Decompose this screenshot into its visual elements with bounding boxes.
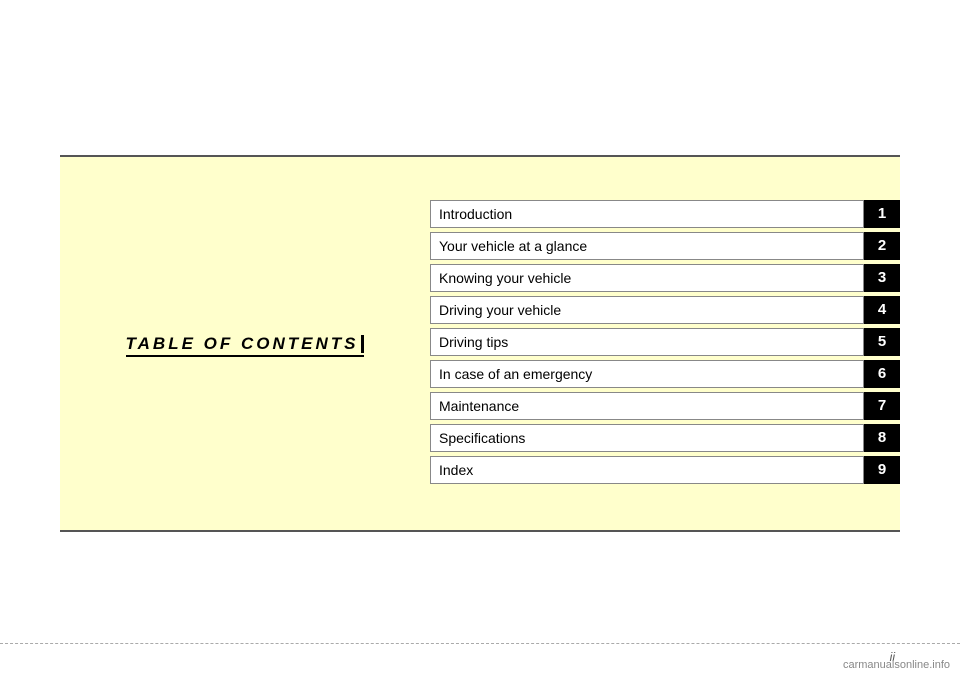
toc-item-label-5: Driving tips: [430, 328, 864, 356]
toc-item-4[interactable]: Driving your vehicle 4: [430, 296, 900, 324]
toc-item-label-9: Index: [430, 456, 864, 484]
toc-item-6[interactable]: In case of an emergency 6: [430, 360, 900, 388]
toc-item-label-7: Maintenance: [430, 392, 864, 420]
toc-item-number-2: 2: [864, 232, 900, 260]
toc-item-label-4: Driving your vehicle: [430, 296, 864, 324]
toc-item-1[interactable]: Introduction 1: [430, 200, 900, 228]
toc-item-5[interactable]: Driving tips 5: [430, 328, 900, 356]
bottom-rule-line: [60, 530, 900, 532]
toc-item-label-6: In case of an emergency: [430, 360, 864, 388]
toc-title: TABLE OF CONTENTS: [126, 334, 365, 354]
toc-item-3[interactable]: Knowing your vehicle 3: [430, 264, 900, 292]
toc-item-8[interactable]: Specifications 8: [430, 424, 900, 452]
toc-item-number-7: 7: [864, 392, 900, 420]
toc-item-label-8: Specifications: [430, 424, 864, 452]
toc-item-number-3: 3: [864, 264, 900, 292]
toc-item-7[interactable]: Maintenance 7: [430, 392, 900, 420]
toc-item-label-2: Your vehicle at a glance: [430, 232, 864, 260]
left-panel: TABLE OF CONTENTS: [60, 157, 430, 530]
toc-item-label-3: Knowing your vehicle: [430, 264, 864, 292]
toc-item-number-6: 6: [864, 360, 900, 388]
toc-item-9[interactable]: Index 9: [430, 456, 900, 484]
content-area: TABLE OF CONTENTS Introduction 1 Your ve…: [60, 157, 900, 530]
dashed-line: [0, 643, 960, 644]
toc-item-number-9: 9: [864, 456, 900, 484]
watermark: carmanualsonline.info: [843, 659, 950, 671]
toc-item-2[interactable]: Your vehicle at a glance 2: [430, 232, 900, 260]
toc-item-number-4: 4: [864, 296, 900, 324]
toc-item-number-5: 5: [864, 328, 900, 356]
toc-title-text: TABLE OF CONTENTS: [126, 334, 359, 353]
toc-item-label-1: Introduction: [430, 200, 864, 228]
cursor-bar: [361, 335, 364, 353]
page-container: TABLE OF CONTENTS Introduction 1 Your ve…: [0, 0, 960, 679]
right-panel: Introduction 1 Your vehicle at a glance …: [430, 157, 900, 530]
toc-item-number-8: 8: [864, 424, 900, 452]
toc-item-number-1: 1: [864, 200, 900, 228]
